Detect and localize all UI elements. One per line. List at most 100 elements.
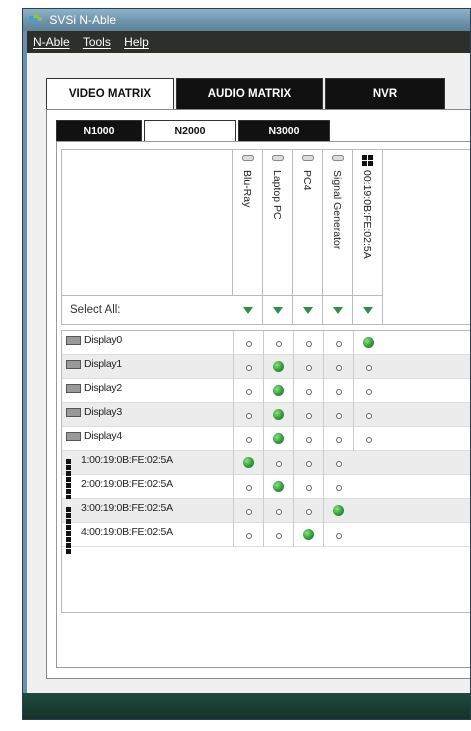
route-empty-indicator	[336, 485, 342, 491]
matrix-cell[interactable]	[233, 451, 263, 475]
matrix-cell[interactable]	[293, 523, 323, 547]
matrix-cell[interactable]	[293, 499, 323, 523]
matrix-cell[interactable]	[263, 331, 293, 355]
tab-n1000[interactable]: N1000	[56, 120, 142, 142]
matrix-cell[interactable]	[323, 379, 353, 403]
matrix-cell[interactable]	[233, 427, 263, 451]
route-empty-indicator	[246, 341, 252, 347]
row-label: Display0	[84, 334, 122, 346]
matrix-cell[interactable]	[263, 499, 293, 523]
table-row: Display4	[62, 427, 470, 451]
row-header[interactable]: Display2	[66, 379, 122, 403]
matrix-cell[interactable]	[293, 379, 323, 403]
route-empty-indicator	[246, 533, 252, 539]
matrix-cell[interactable]	[263, 427, 293, 451]
row-header[interactable]: 2:00:19:0B:FE:02:5A	[66, 475, 173, 506]
route-empty-indicator	[306, 365, 312, 371]
matrix-cell[interactable]	[233, 379, 263, 403]
matrix-cell[interactable]	[353, 355, 383, 379]
matrix-cell[interactable]	[293, 355, 323, 379]
tab-n3000[interactable]: N3000	[238, 120, 330, 142]
select-all-column-button[interactable]	[263, 296, 293, 325]
matrix-cell[interactable]	[233, 523, 263, 547]
tab-audio-matrix[interactable]: AUDIO MATRIX	[176, 78, 323, 110]
column-header[interactable]: PC4	[293, 150, 323, 296]
matrix-cell[interactable]	[353, 379, 383, 403]
select-all-column-button[interactable]	[233, 296, 263, 325]
status-bar	[23, 693, 470, 719]
matrix-cell[interactable]	[293, 427, 323, 451]
menu-n-able[interactable]: N-Able	[33, 35, 70, 49]
matrix-cell[interactable]	[233, 403, 263, 427]
column-header[interactable]: Laptop PC	[263, 150, 293, 296]
matrix-cell[interactable]	[353, 331, 383, 355]
route-active-indicator	[243, 457, 254, 468]
matrix-cell[interactable]	[233, 355, 263, 379]
app-window: SVSi N-Able N-Able Tools Help VIDEO MATR…	[22, 8, 471, 720]
route-active-indicator	[273, 481, 284, 492]
matrix-cell[interactable]	[323, 499, 353, 523]
row-header[interactable]: 3:00:19:0B:FE:02:5A	[66, 499, 173, 530]
matrix-cell[interactable]	[263, 451, 293, 475]
window-title: SVSi N-Able	[49, 13, 117, 27]
row-header[interactable]: Display0	[66, 331, 122, 355]
encoder-icon	[242, 155, 254, 161]
select-all-column-button[interactable]	[323, 296, 353, 325]
matrix-cell[interactable]	[323, 331, 353, 355]
grid-icon	[362, 155, 373, 166]
title-bar: SVSi N-Able	[23, 9, 470, 31]
matrix-cell[interactable]	[233, 499, 263, 523]
matrix-cell[interactable]	[293, 475, 323, 499]
matrix-cell[interactable]	[233, 475, 263, 499]
column-header[interactable]: Blu-Ray	[233, 150, 263, 296]
column-header[interactable]: Signal Generator	[323, 150, 353, 296]
route-empty-indicator	[276, 533, 282, 539]
matrix-cell[interactable]	[263, 403, 293, 427]
route-empty-indicator	[366, 389, 372, 395]
display-icon	[66, 384, 81, 393]
tab-video-matrix[interactable]: VIDEO MATRIX	[46, 78, 174, 110]
matrix-cell[interactable]	[263, 475, 293, 499]
tab-n2000[interactable]: N2000	[144, 120, 236, 142]
matrix-cell[interactable]	[263, 355, 293, 379]
matrix-cell[interactable]	[323, 523, 353, 547]
column-header[interactable]: 00:19:0B:FE:02:5A	[353, 150, 383, 296]
route-empty-indicator	[336, 413, 342, 419]
select-all-column-button[interactable]	[293, 296, 323, 325]
grid-icon	[66, 507, 77, 530]
column-label: PC4	[301, 170, 313, 191]
matrix-cell[interactable]	[293, 403, 323, 427]
matrix-cell[interactable]	[293, 451, 323, 475]
matrix-cell[interactable]	[323, 403, 353, 427]
matrix-cell[interactable]	[293, 331, 323, 355]
matrix-cell[interactable]	[263, 523, 293, 547]
select-all-column-button[interactable]	[353, 296, 383, 325]
matrix-cell[interactable]	[233, 331, 263, 355]
client-area: VIDEO MATRIX AUDIO MATRIX NVR N1000 N200…	[27, 53, 470, 693]
matrix-cell[interactable]	[323, 451, 353, 475]
matrix-cell[interactable]	[323, 355, 353, 379]
route-empty-indicator	[336, 365, 342, 371]
route-empty-indicator	[306, 437, 312, 443]
route-empty-indicator	[336, 533, 342, 539]
table-row: 1:00:19:0B:FE:02:5A	[62, 451, 470, 482]
matrix-cell[interactable]	[323, 475, 353, 499]
row-header[interactable]: Display1	[66, 355, 122, 379]
row-header[interactable]: Display3	[66, 403, 122, 427]
row-header[interactable]: 1:00:19:0B:FE:02:5A	[66, 451, 173, 482]
matrix-cell[interactable]	[323, 427, 353, 451]
row-header[interactable]: 4:00:19:0B:FE:02:5A	[66, 523, 173, 554]
display-icon	[66, 432, 81, 441]
matrix-cell[interactable]	[263, 379, 293, 403]
row-header[interactable]: Display4	[66, 427, 122, 451]
menu-help[interactable]: Help	[124, 35, 149, 49]
matrix-cell[interactable]	[353, 427, 383, 451]
matrix-cell[interactable]	[353, 403, 383, 427]
menu-tools[interactable]: Tools	[83, 35, 111, 49]
route-empty-indicator	[306, 389, 312, 395]
encoder-icon	[332, 155, 344, 161]
table-row: 2:00:19:0B:FE:02:5A	[62, 475, 470, 506]
route-active-indicator	[273, 385, 284, 396]
tab-nvr[interactable]: NVR	[325, 78, 445, 110]
route-empty-indicator	[246, 485, 252, 491]
